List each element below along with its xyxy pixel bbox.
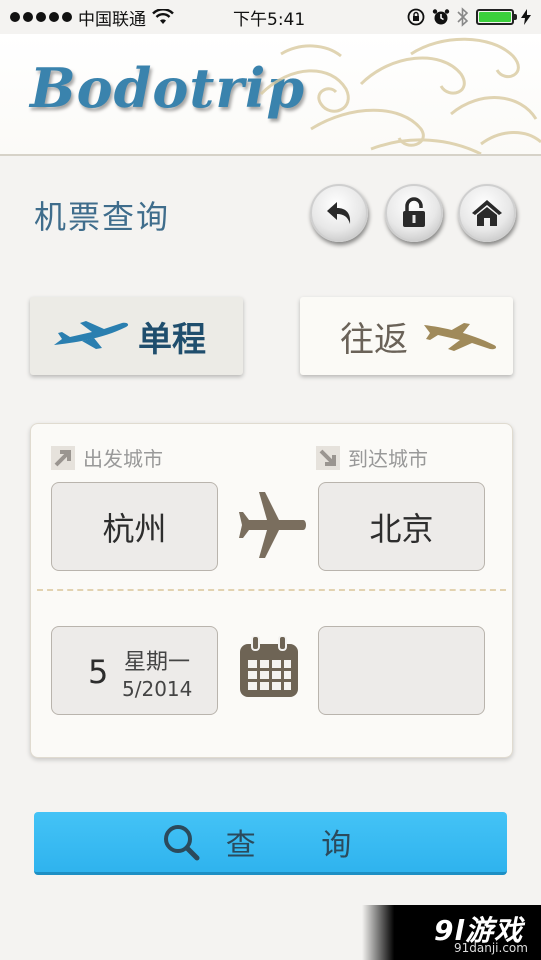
unlock-button[interactable] bbox=[385, 184, 443, 242]
flight-search-card: 出发城市 到达城市 杭州 北京 5 星期一 5/2014 bbox=[30, 423, 513, 758]
airplane-icon bbox=[239, 492, 306, 558]
app-header: Bodotrip bbox=[0, 34, 541, 156]
status-bar: 中国联通 下午5:41 bbox=[0, 0, 541, 34]
round-trip-label: 往返 bbox=[340, 319, 408, 360]
search-button-label: 查 询 bbox=[225, 828, 380, 863]
from-label-text: 出发城市 bbox=[83, 447, 163, 471]
departure-day: 5 bbox=[88, 653, 109, 691]
airplane-tan-icon bbox=[424, 323, 497, 351]
home-icon bbox=[472, 200, 502, 226]
signal-dots-icon bbox=[10, 12, 72, 22]
charging-icon bbox=[521, 9, 531, 25]
dashed-divider bbox=[37, 589, 506, 591]
search-icon bbox=[163, 825, 200, 861]
unlock-icon bbox=[403, 197, 425, 227]
status-left: 中国联通 bbox=[10, 5, 174, 30]
carrier-label: 中国联通 bbox=[78, 9, 146, 30]
departure-city-label: 出发城市 bbox=[51, 443, 163, 472]
home-button[interactable] bbox=[458, 184, 516, 242]
return-date-field[interactable] bbox=[318, 626, 485, 715]
departure-city-field[interactable]: 杭州 bbox=[51, 482, 218, 571]
search-button[interactable]: 查 询 bbox=[34, 812, 507, 875]
to-label-text: 到达城市 bbox=[348, 447, 428, 471]
arrow-down-right-icon bbox=[316, 445, 340, 470]
one-way-button[interactable]: 单程 bbox=[30, 297, 243, 375]
departure-weekday: 星期一 bbox=[124, 650, 191, 675]
round-trip-button[interactable]: 往返 bbox=[300, 297, 513, 375]
back-button[interactable] bbox=[310, 184, 368, 242]
back-arrow-icon bbox=[327, 202, 351, 224]
calendar-icon[interactable] bbox=[239, 636, 299, 698]
site-watermark: 9l游戏 91danji.com bbox=[362, 905, 541, 960]
bluetooth-icon bbox=[457, 7, 469, 27]
page-title: 机票查询 bbox=[34, 198, 171, 236]
one-way-label: 单程 bbox=[138, 319, 206, 360]
battery-icon bbox=[476, 9, 517, 25]
cloud-ornament-icon bbox=[259, 37, 541, 154]
departure-month-year: 5/2014 bbox=[122, 677, 193, 701]
status-time: 下午5:41 bbox=[233, 9, 306, 30]
departure-date-field[interactable]: 5 星期一 5/2014 bbox=[51, 626, 218, 715]
alarm-icon bbox=[432, 9, 450, 25]
arrival-city-field[interactable]: 北京 bbox=[318, 482, 485, 571]
wifi-icon bbox=[152, 9, 174, 24]
airplane-blue-icon bbox=[54, 321, 129, 349]
arrow-up-right-icon bbox=[51, 445, 75, 470]
arrival-city-label: 到达城市 bbox=[316, 443, 428, 472]
status-right bbox=[407, 7, 531, 27]
rotation-lock-icon bbox=[407, 8, 425, 26]
watermark-url: 91danji.com bbox=[454, 941, 528, 955]
